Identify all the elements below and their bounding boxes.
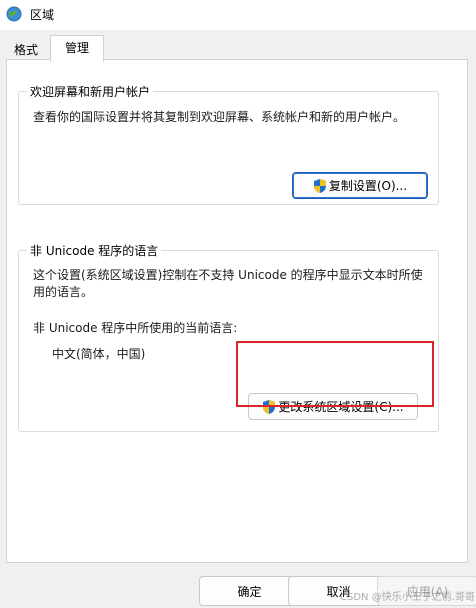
welcome-screen-group: 欢迎屏幕和新用户帐户 查看你的国际设置并将其复制到欢迎屏幕、系统帐户和新的用户帐… — [18, 83, 439, 205]
tab-administrative[interactable]: 管理 — [50, 35, 104, 62]
globe-icon — [6, 6, 22, 22]
ok-button[interactable]: 确定 — [199, 576, 300, 606]
group-description: 查看你的国际设置并将其复制到欢迎屏幕、系统帐户和新的用户帐户。 — [33, 110, 406, 124]
tab-format[interactable]: 格式 — [4, 39, 48, 61]
copy-settings-button[interactable]: 复制设置(O)... — [292, 172, 428, 199]
current-language-value: 中文(简体，中国) — [52, 347, 146, 361]
group-title: 欢迎屏幕和新用户帐户 — [27, 83, 154, 100]
watermark: CSDN @快乐小王子之前.哥哥 — [340, 592, 475, 603]
group-title: 非 Unicode 程序的语言 — [27, 242, 162, 259]
current-language-label: 非 Unicode 程序中所使用的当前语言: — [33, 321, 238, 335]
title-bar: 区域 — [0, 0, 476, 30]
tab-panel-administrative: 欢迎屏幕和新用户帐户 查看你的国际设置并将其复制到欢迎屏幕、系统帐户和新的用户帐… — [6, 59, 468, 563]
group-description-line2: 用的语言。 — [33, 285, 94, 299]
group-description-line1: 这个设置(系统区域设置)控制在不支持 Unicode 的程序中显示文本时所使 — [33, 268, 423, 282]
tab-strip: 格式 管理 — [0, 30, 476, 62]
uac-shield-icon — [313, 178, 327, 194]
annotation-highlight-box — [236, 341, 434, 407]
copy-settings-label: 复制设置(O)... — [328, 179, 408, 193]
window-title: 区域 — [30, 8, 55, 22]
